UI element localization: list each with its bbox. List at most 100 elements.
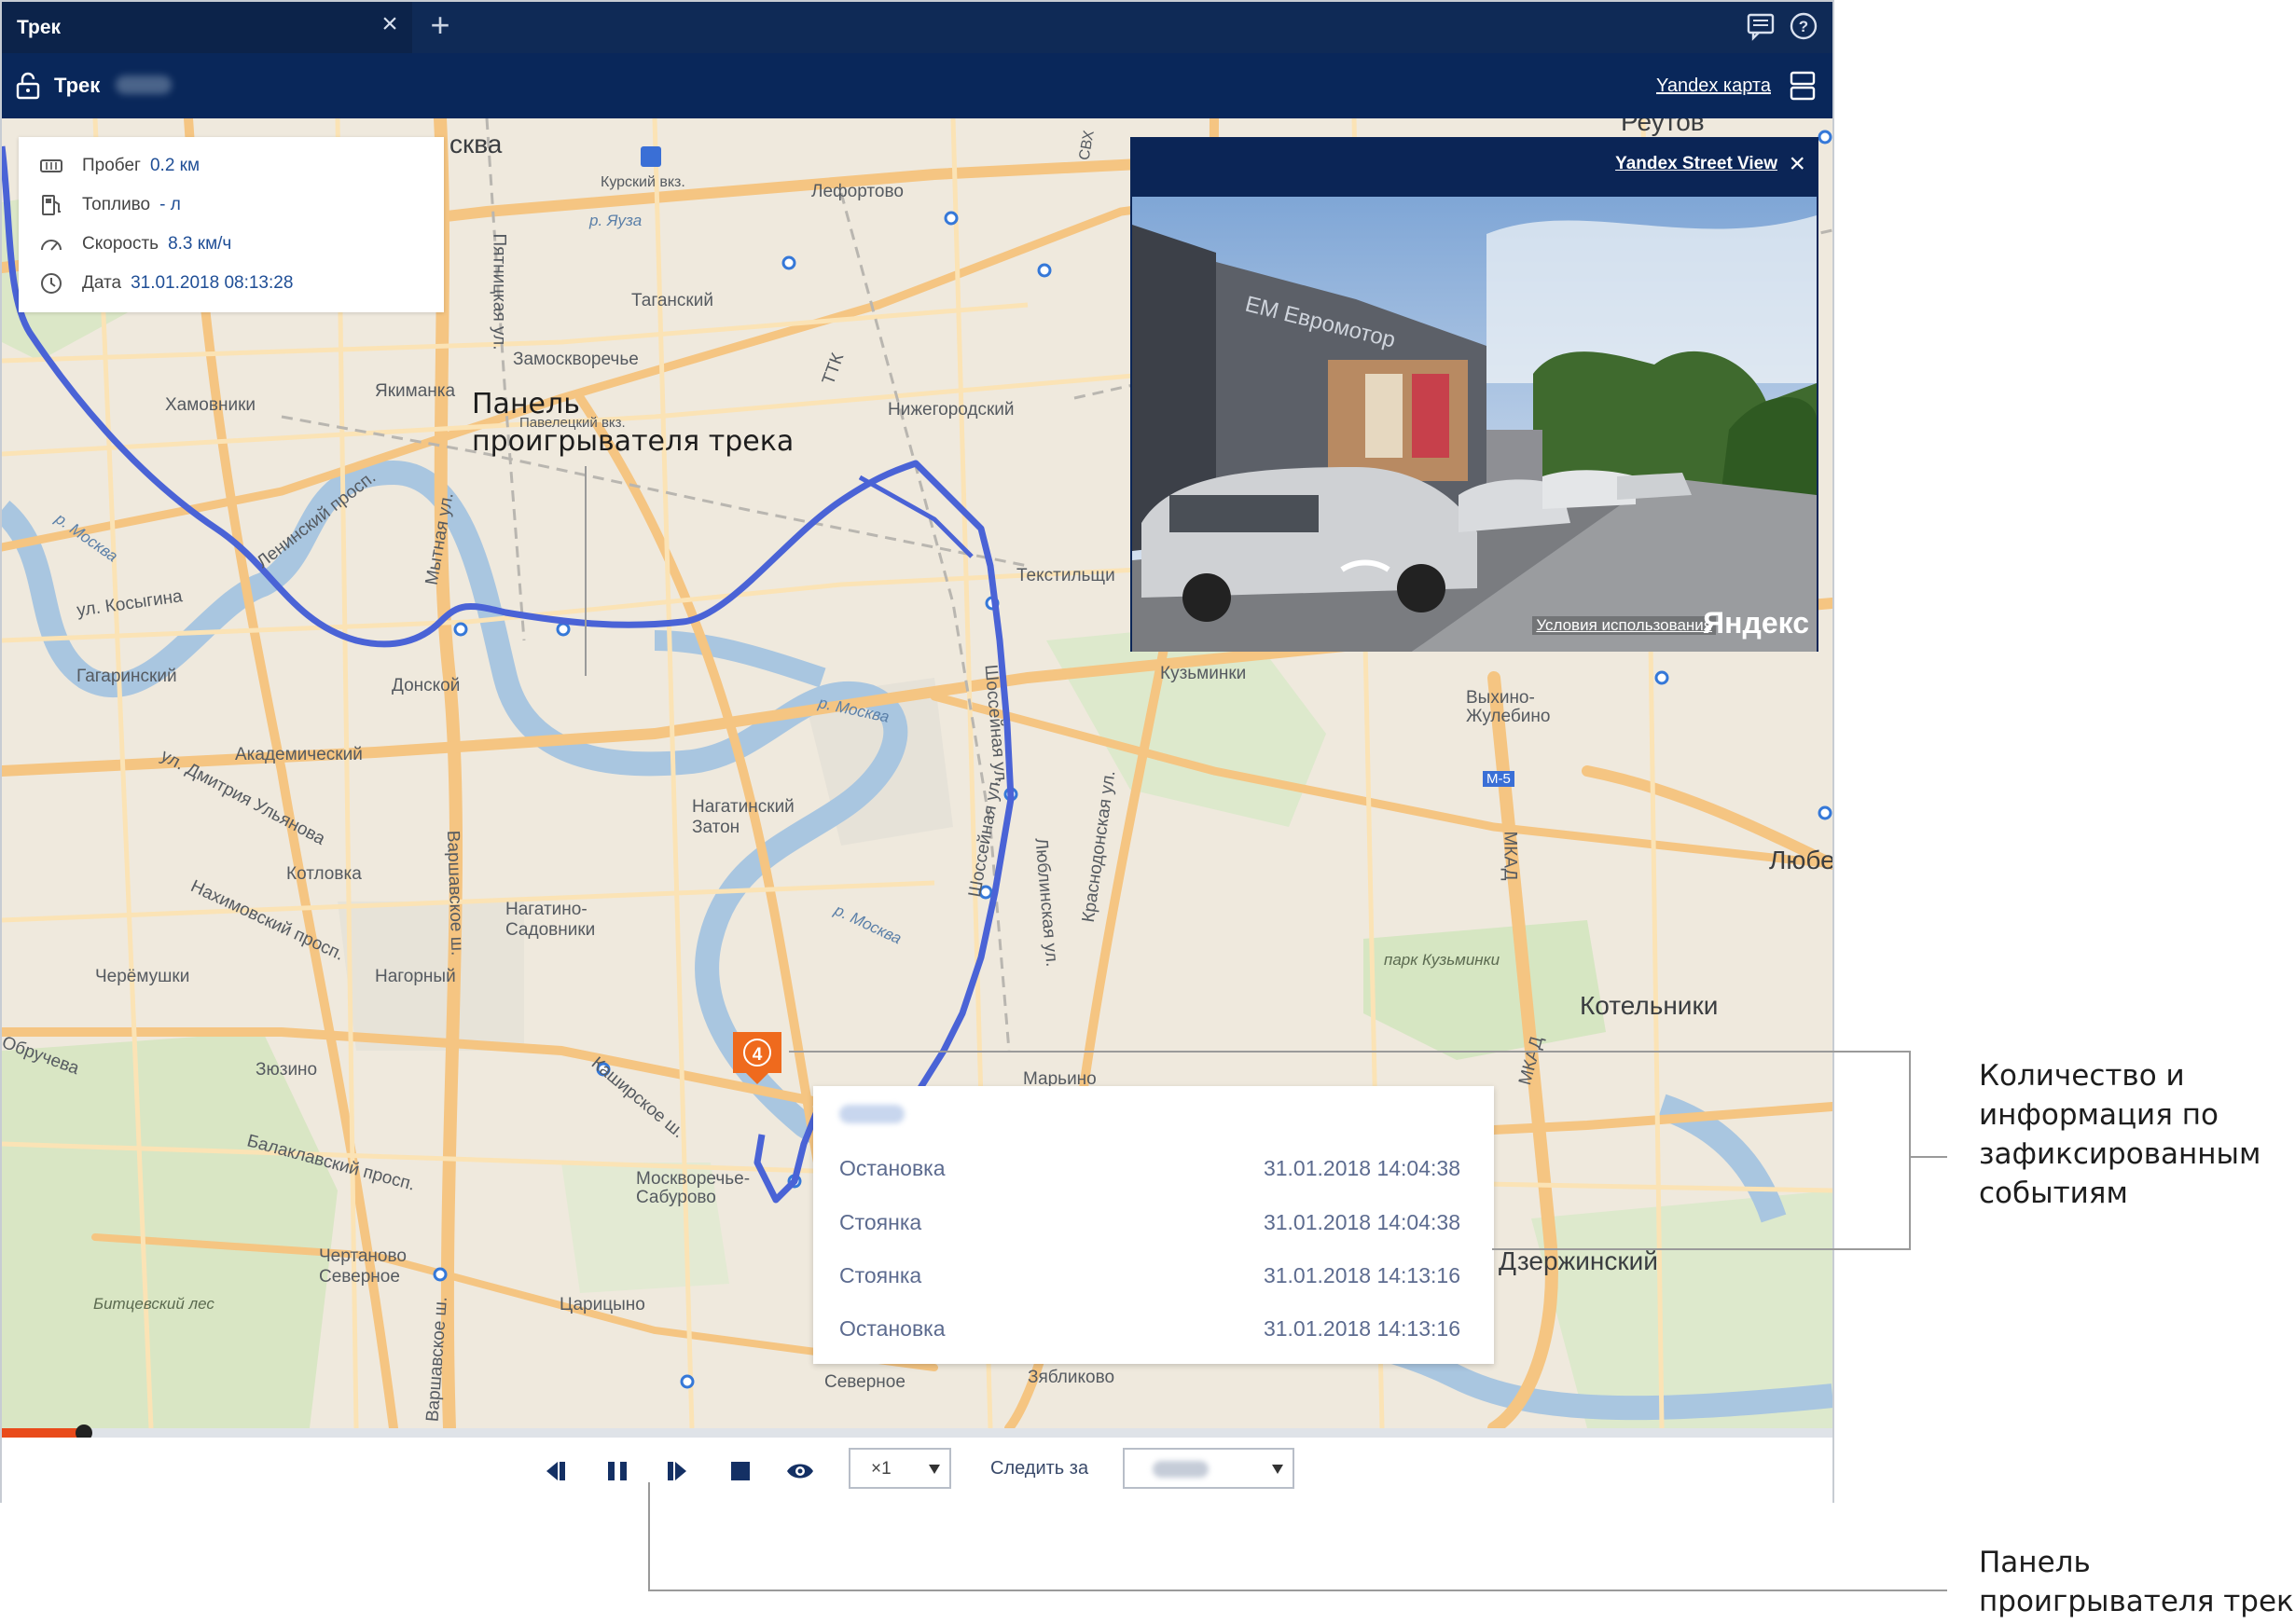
map-label: Пятницкая ул. [489,233,509,351]
map-label: Кузьминки [1160,664,1247,683]
map-label: Чертаново Северное [319,1246,407,1287]
track-window: Трек × + ? Трек Yandex карта сква Реутов… [0,0,1834,1503]
callout-player-panel: Панель проигрывателя трека [1979,1546,2295,1618]
event-type: Стоянка [839,1262,922,1287]
close-icon[interactable]: × [1789,148,1805,180]
event-time: 31.01.2018 14:04:38 [1263,1209,1460,1234]
clock-icon [41,273,62,294]
map-label: Нагатино- Садовники [505,900,596,940]
event-row[interactable]: Остановка 31.01.2018 14:04:38 [839,1149,1460,1187]
map-label: Выхино- Жулебино [1466,689,1550,726]
unlock-icon[interactable] [15,72,41,100]
tab-track[interactable]: Трек × [2,2,412,53]
map-label: Курский вкз. [601,174,685,190]
map-label: Царицыно [560,1295,645,1314]
event-time: 31.01.2018 14:13:16 [1263,1315,1460,1341]
event-count: 4 [752,1045,763,1065]
help-icon[interactable]: ? [1788,10,1819,42]
event-row[interactable]: Стоянка 31.01.2018 14:04:38 [839,1204,1460,1241]
add-tab-icon[interactable]: + [423,8,457,42]
map[interactable]: сква Реутов Курский вкз. Лефортово р. Яу… [2,118,1832,1428]
fuel-row: Топливо - л [39,191,181,219]
map-label: Хамовники [165,395,256,415]
odometer-icon [40,159,62,172]
map-label: Реутов [1621,118,1705,136]
terms-link[interactable]: Условия использования [1532,616,1716,635]
date-label: Дата [82,273,122,293]
event-row[interactable]: Остановка 31.01.2018 14:13:16 [839,1310,1460,1347]
map-label: Лефортово [811,182,904,201]
map-label: Котельники [1580,991,1719,1020]
map-label: парк Кузьминки [1384,951,1500,969]
map-label: р. Яуза [589,212,643,229]
fast-forward-icon[interactable] [662,1456,692,1486]
event-type: Остановка [839,1155,946,1180]
events-popup: Остановка 31.01.2018 14:04:38 Стоянка 31… [813,1086,1494,1364]
object-name-blurred [839,1105,905,1123]
map-label: Текстильщи [1016,566,1115,585]
speedometer-icon [41,240,62,251]
fuel-icon [42,195,61,215]
pause-icon[interactable] [602,1456,632,1486]
layout-icon[interactable] [1790,70,1816,102]
map-label: Битцевский лес [93,1295,214,1313]
street-view-image: ЕМ Евромотор [1132,197,1817,652]
mileage-row: Пробег 0.2 км [39,152,200,180]
map-label: Нагатинский Затон [692,797,795,837]
street-view-link[interactable]: Yandex Street View [1615,154,1777,174]
map-label: Замоскворечье [513,350,639,369]
object-name-blurred [116,76,172,94]
follow-object-select[interactable] [1123,1448,1294,1489]
follow-label: Следить за [990,1458,1089,1479]
map-label: Котловка [286,864,362,884]
map-label: Нагорный [375,967,456,986]
eye-icon[interactable] [785,1456,815,1486]
map-label: Таганский [631,291,713,310]
yandex-logo: Яндекс [1703,606,1809,640]
map-label: МКАД [1500,831,1520,881]
event-row[interactable]: Стоянка 31.01.2018 14:13:16 [839,1257,1460,1294]
tab-title: Трек [17,16,62,38]
map-label-line: Выхино- Жулебино [1466,688,1551,726]
street-view-photo[interactable]: ЕМ Евромотор Условия использования Яндек… [1132,197,1817,652]
tab-bar: Трек × + ? [2,2,1832,53]
event-time: 31.01.2018 14:13:16 [1263,1262,1460,1287]
chat-icon[interactable] [1745,10,1777,42]
map-provider-link[interactable]: Yandex карта [1656,76,1771,97]
speed-label: Скорость [82,234,159,254]
map-label: Зюзино [256,1060,318,1080]
map-label: Академический [235,745,363,764]
object-name-blurred [1153,1461,1209,1478]
close-icon[interactable]: × [377,10,403,38]
event-type: Стоянка [839,1209,922,1234]
track-label: Трек [54,74,101,97]
rewind-icon[interactable] [541,1456,571,1486]
map-label: Гагаринский [76,667,177,686]
event-type: Остановка [839,1315,946,1341]
chevron-down-icon [929,1465,940,1474]
fuel-label: Топливо [82,195,151,214]
playback-speed-select[interactable]: ×1 [849,1448,951,1489]
map-label: Черёмушки [95,967,190,986]
progress-fill [2,1428,85,1438]
map-label: Зябликово [1028,1368,1115,1387]
stop-icon[interactable] [726,1456,755,1486]
date-value: 31.01.2018 08:13:28 [131,273,294,293]
map-label: Нижегородский [888,400,1015,420]
event-time: 31.01.2018 14:04:38 [1263,1155,1460,1180]
map-label: сква [449,130,503,158]
speed-value: 8.3 км/ч [168,234,232,254]
map-label: Дзержинский [1499,1246,1658,1275]
map-label: Любе [1769,846,1832,874]
map-label: Северное [824,1372,906,1392]
track-info-panel: Пробег 0.2 км Топливо - л Скорость 8.3 к… [19,137,444,312]
track-toolbar: Трек Yandex карта [2,53,1832,118]
map-label: Донской [392,676,461,695]
event-marker[interactable]: 4 [733,1032,781,1084]
track-progress-bar[interactable] [2,1424,1832,1441]
svg-text:?: ? [1799,18,1808,35]
mileage-value: 0.2 км [149,156,200,175]
speed-row: Скорость 8.3 км/ч [39,230,231,258]
fuel-value: - л [159,195,181,214]
callout-player-panel-map: Панель проигрывателя трека [472,388,795,458]
